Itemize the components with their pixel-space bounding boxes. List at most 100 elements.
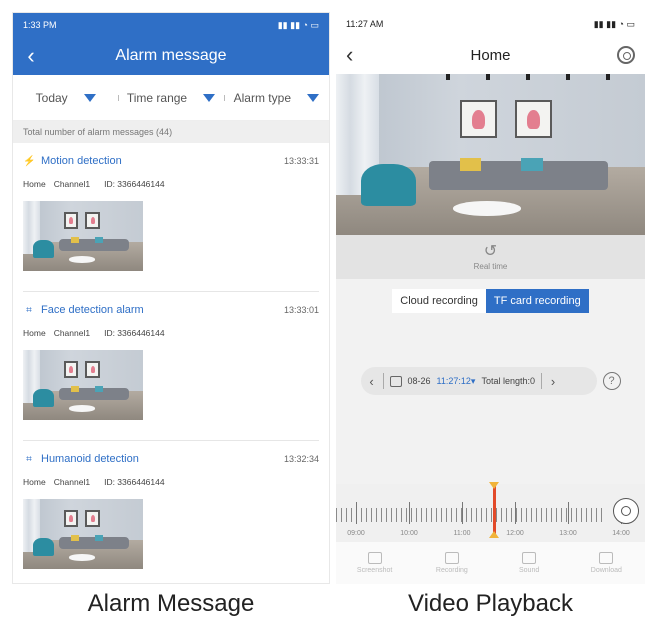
playback-time[interactable]: 11:27:12▾	[437, 376, 476, 387]
face-icon: ⌗	[26, 304, 32, 316]
room-scene-image	[23, 201, 143, 271]
alarm-id: ID: 3366446144	[104, 179, 165, 189]
screenshot-button[interactable]: Screenshot	[336, 542, 413, 584]
calendar-icon[interactable]	[389, 375, 402, 387]
status-icons: ▮▮ ▮▮ ◔ ▭	[593, 18, 635, 29]
alarm-id: ID: 3366446144	[104, 477, 165, 487]
tool-label: Sound	[519, 567, 540, 574]
stage: 1:33 PM ▮▮ ▮▮ ◔ ▭ ‹ Alarm message Today …	[0, 0, 645, 625]
gear-icon[interactable]	[617, 46, 635, 64]
help-icon[interactable]: ?	[602, 372, 621, 390]
timeline-cursor[interactable]	[489, 482, 499, 538]
chevron-down-icon	[203, 93, 216, 102]
status-bar: 1:33 PM ▮▮ ▮▮ ◔ ▭	[13, 13, 329, 37]
recording-source-toggle: Cloud recording TF card recording	[336, 289, 645, 313]
alarm-time: 13:33:01	[283, 305, 319, 315]
real-time-label: Real time	[473, 261, 508, 271]
status-time: 1:33 PM	[23, 20, 57, 30]
chevron-down-icon	[83, 93, 96, 102]
timeline-hour-label: 14:00	[612, 530, 630, 537]
recording-button[interactable]: Recording	[413, 542, 490, 584]
total-count: Total number of alarm messages (44)	[13, 121, 329, 143]
alarm-time: 13:32:34	[283, 454, 319, 464]
filter-label: Alarm type	[233, 90, 291, 105]
real-time-icon: ↺	[483, 242, 498, 260]
timeline-hour-label: 12:00	[506, 530, 524, 537]
chevron-down-icon	[307, 93, 319, 102]
alarm-type-label: Humanoid detection	[41, 453, 139, 465]
caption-video-playback: Video Playback	[408, 590, 573, 617]
timeline-major-tick	[515, 502, 516, 524]
list-item[interactable]: ⌗ Humanoid detection 13:32:34 Home Chann…	[23, 441, 319, 583]
filter-alarm-type[interactable]: Alarm type	[223, 90, 329, 105]
timeline-ticks	[336, 508, 605, 522]
tool-label: Screenshot	[356, 567, 393, 574]
timeline-hour-label: 09:00	[347, 530, 365, 537]
real-time-button[interactable]: ↺ Real time	[336, 235, 645, 279]
video-camera-icon	[444, 552, 459, 564]
filter-bar: Today Time range Alarm type	[13, 75, 329, 121]
alarm-type[interactable]: ⚡ Motion detection	[23, 155, 122, 167]
total-length: Total length:0	[481, 376, 535, 386]
list-item[interactable]: ⚡ Motion detection 13:33:31 Home Channel…	[23, 143, 319, 292]
download-button[interactable]: Download	[568, 542, 645, 584]
alarm-type-label: Face detection alarm	[41, 304, 144, 316]
alarm-channel: Channel1	[53, 328, 91, 338]
caption-alarm-message: Alarm Message	[87, 590, 255, 617]
divider	[540, 373, 542, 389]
prev-day-button[interactable]: ‹	[367, 374, 377, 389]
humanoid-icon: ⌗	[26, 453, 32, 465]
zoom-icon[interactable]	[613, 498, 639, 524]
page-title: Home	[470, 46, 511, 64]
back-icon[interactable]: ‹	[346, 42, 353, 68]
alarm-type[interactable]: ⌗ Face detection alarm	[23, 304, 144, 316]
back-icon[interactable]: ‹	[13, 37, 49, 75]
video-playback-screen: 11:27 AM ▮▮ ▮▮ ◔ ▭ ‹ Home ↺ Real time Cl…	[336, 12, 645, 584]
timeline-major-tick	[409, 502, 410, 524]
date-time-selector: ‹ 08-26 11:27:12▾ Total length:0 › ?	[336, 367, 645, 395]
status-bar: 11:27 AM ▮▮ ▮▮ ◔ ▭	[336, 12, 645, 36]
sound-button[interactable]: Sound	[491, 542, 568, 584]
next-day-button[interactable]: ›	[548, 374, 558, 389]
playback-toolbar: Screenshot Recording Sound Download	[336, 542, 645, 584]
timeline-hour-label: 10:00	[400, 530, 418, 537]
timeline-hour-label: 13:00	[559, 530, 577, 537]
filter-label: Today	[35, 90, 68, 105]
alarm-message-screen: 1:33 PM ▮▮ ▮▮ ◔ ▭ ‹ Alarm message Today …	[12, 12, 330, 584]
playback-time-value: 11:27:12	[436, 375, 471, 386]
motion-icon: ⚡	[23, 155, 36, 167]
tool-label: Download	[590, 567, 622, 574]
page-title: Alarm message	[115, 47, 227, 64]
alarm-channel: Channel1	[53, 477, 91, 487]
alarm-device: Home	[23, 328, 46, 338]
room-scene-image	[23, 350, 143, 420]
video-player[interactable]	[336, 74, 645, 235]
tab-cloud-recording[interactable]: Cloud recording	[392, 289, 486, 313]
status-icons: ▮▮ ▮▮ ◔ ▭	[277, 19, 319, 30]
list-item[interactable]: ⌗ Face detection alarm 13:33:01 Home Cha…	[23, 292, 319, 441]
playback-date[interactable]: 08-26	[408, 376, 431, 386]
alarm-thumbnail[interactable]	[23, 350, 143, 420]
room-scene-image	[23, 499, 143, 569]
alarm-thumbnail[interactable]	[23, 499, 143, 569]
alarm-thumbnail[interactable]	[23, 201, 143, 271]
header: ‹ Home	[336, 36, 645, 74]
alarm-device: Home	[23, 179, 46, 189]
speaker-icon	[522, 552, 537, 564]
filter-time-range[interactable]: Time range	[118, 91, 223, 105]
camera-icon	[367, 552, 382, 564]
timeline-major-tick	[568, 502, 569, 524]
alarm-list: ⚡ Motion detection 13:33:31 Home Channel…	[13, 143, 329, 583]
timeline-hour-label: 11:00	[453, 530, 471, 537]
alarm-id: ID: 3366446144	[104, 328, 165, 338]
header: ‹ Alarm message	[13, 37, 329, 75]
alarm-time: 13:33:31	[283, 156, 319, 166]
filter-today[interactable]: Today	[13, 91, 118, 105]
filter-label: Time range	[126, 90, 188, 105]
timeline-major-tick	[356, 502, 357, 524]
status-time: 11:27 AM	[346, 19, 384, 29]
alarm-type[interactable]: ⌗ Humanoid detection	[23, 453, 139, 465]
room-scene-image	[336, 74, 645, 235]
alarm-channel: Channel1	[53, 179, 91, 189]
tab-tf-card-recording[interactable]: TF card recording	[485, 289, 589, 313]
